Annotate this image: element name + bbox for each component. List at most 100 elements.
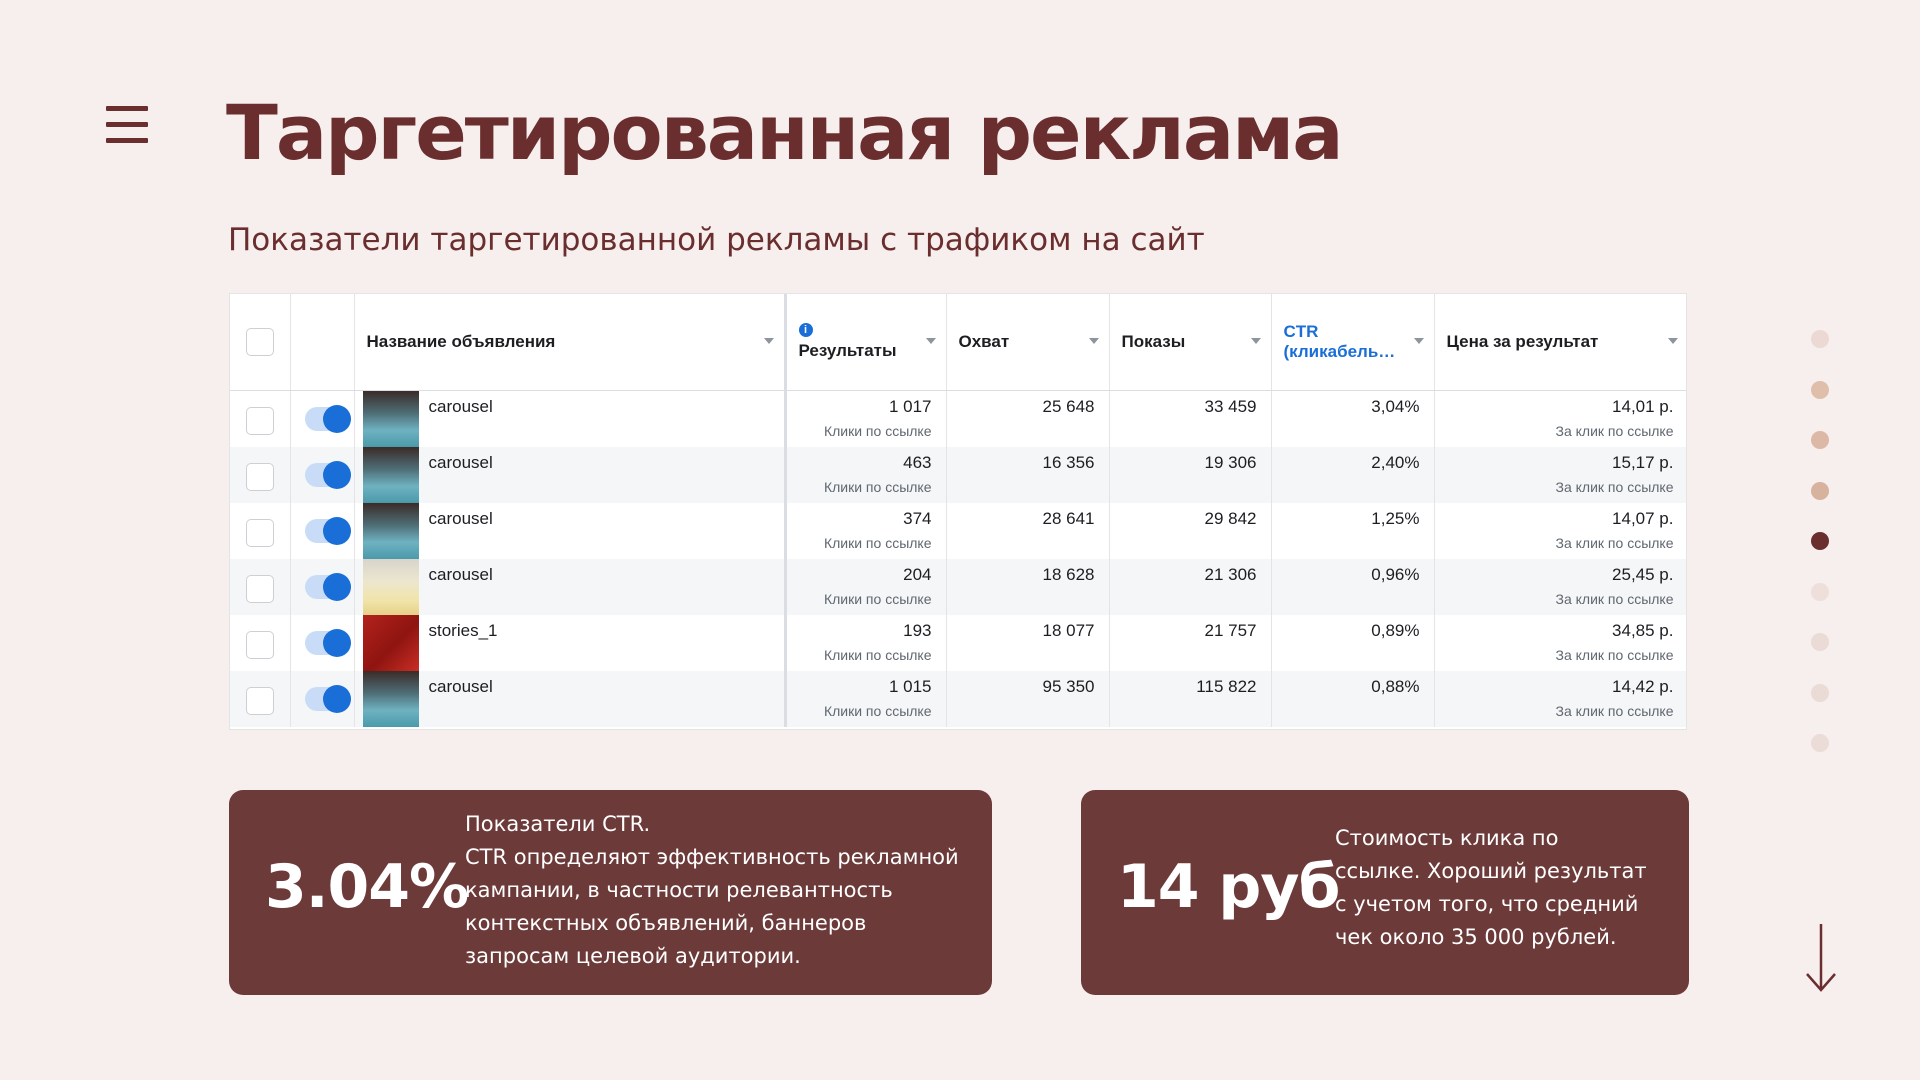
row-checkbox[interactable]: [245, 574, 274, 603]
table-row[interactable]: carousel 1 015 Клики по ссылке 95 350 11…: [230, 670, 1686, 727]
nav-dot[interactable]: [1811, 582, 1829, 601]
sort-caret-icon[interactable]: [763, 338, 774, 344]
column-header-results[interactable]: i Результаты: [785, 294, 947, 391]
ad-status-toggle[interactable]: [304, 460, 351, 489]
row-checkbox[interactable]: [245, 406, 274, 435]
ad-name-cell[interactable]: carousel: [354, 558, 787, 615]
ctr-value: 0,96%: [1371, 564, 1420, 584]
column-header-name-label: Название объявления: [366, 331, 556, 351]
toggle-knob: [322, 572, 351, 601]
reach-cell: 18 077: [946, 614, 1110, 671]
nav-dot-active[interactable]: [1811, 532, 1829, 550]
row-toggle-cell: [290, 558, 355, 615]
card-text-line: чек около 35 000 рублей.: [1335, 925, 1617, 949]
sort-caret-icon[interactable]: [1250, 338, 1261, 344]
impressions-cell: 21 757: [1109, 614, 1272, 671]
results-cell: 374 Клики по ссылке: [785, 502, 947, 559]
ad-name-cell[interactable]: carousel: [354, 670, 787, 727]
ad-name[interactable]: carousel: [429, 559, 493, 585]
column-header-name[interactable]: Название объявления: [354, 294, 787, 391]
page-title: Таргетированная реклама: [226, 88, 1344, 177]
table-row[interactable]: stories_1 193 Клики по ссылке 18 077 21 …: [230, 614, 1686, 671]
arrow-down-icon[interactable]: [1804, 922, 1838, 994]
toggle-knob: [322, 628, 351, 657]
sort-caret-icon[interactable]: [1667, 338, 1678, 344]
ad-status-toggle[interactable]: [304, 404, 351, 433]
ad-thumbnail[interactable]: [362, 390, 419, 447]
ctr-cell: 0,88%: [1271, 670, 1435, 727]
ad-thumbnail[interactable]: [362, 446, 419, 503]
ad-name-cell[interactable]: stories_1: [354, 614, 787, 671]
sort-caret-icon[interactable]: [1413, 338, 1424, 344]
ad-name[interactable]: stories_1: [429, 615, 498, 641]
ctr-value: 2,40%: [1371, 452, 1420, 472]
slide-nav-dots: [1811, 330, 1831, 785]
ad-name-cell[interactable]: carousel: [354, 446, 787, 503]
row-checkbox[interactable]: [245, 686, 274, 715]
price-sub: За клик по ссылке: [1555, 646, 1674, 663]
reach-cell: 95 350: [946, 670, 1110, 727]
results-value: 193: [903, 620, 932, 640]
results-value: 1 015: [888, 676, 932, 696]
cpc-stat-value: 14 руб: [1117, 852, 1340, 922]
ad-status-toggle[interactable]: [304, 628, 351, 657]
row-checkbox[interactable]: [245, 518, 274, 547]
results-cell: 1 015 Клики по ссылке: [785, 670, 947, 727]
ad-name[interactable]: carousel: [429, 447, 493, 473]
results-cell: 193 Клики по ссылке: [785, 614, 947, 671]
row-toggle-cell: [290, 670, 355, 727]
ad-status-toggle[interactable]: [304, 684, 351, 713]
info-icon[interactable]: i: [798, 322, 813, 337]
nav-dot[interactable]: [1811, 431, 1829, 449]
nav-dot[interactable]: [1811, 380, 1829, 399]
results-sub: Клики по ссылке: [823, 478, 932, 495]
ad-name-cell[interactable]: carousel: [354, 390, 787, 447]
reach-cell: 16 356: [946, 446, 1110, 503]
nav-dot[interactable]: [1811, 683, 1829, 702]
row-checkbox[interactable]: [245, 462, 274, 491]
table-row[interactable]: carousel 1 017 Клики по ссылке 25 648 33…: [230, 390, 1686, 447]
select-all-checkbox[interactable]: [245, 327, 274, 356]
column-header-price[interactable]: Цена за результат: [1434, 294, 1686, 391]
column-header-impressions[interactable]: Показы: [1109, 294, 1272, 391]
price-value: 25,45 р.: [1612, 564, 1674, 584]
column-header-price-label: Цена за результат: [1446, 331, 1599, 351]
row-toggle-cell: [290, 614, 355, 671]
row-toggle-cell: [290, 390, 355, 447]
ad-status-toggle[interactable]: [304, 572, 351, 601]
toggle-knob: [322, 404, 351, 433]
column-header-reach[interactable]: Охват: [946, 294, 1110, 391]
results-value: 463: [903, 452, 932, 472]
impressions-cell: 29 842: [1109, 502, 1272, 559]
ad-thumbnail[interactable]: [362, 670, 419, 727]
ad-thumbnail[interactable]: [362, 614, 419, 671]
ad-name[interactable]: carousel: [429, 391, 493, 417]
sort-caret-icon[interactable]: [925, 338, 936, 344]
ad-name-cell[interactable]: carousel: [354, 502, 787, 559]
row-toggle-cell: [290, 502, 355, 559]
hamburger-menu-icon[interactable]: [106, 106, 148, 146]
reach-value: 95 350: [1042, 676, 1095, 696]
sort-caret-icon[interactable]: [1088, 338, 1099, 344]
card-text-line: Показатели CTR.: [465, 812, 651, 836]
row-select-cell: [230, 670, 291, 727]
nav-dot[interactable]: [1811, 734, 1829, 752]
column-header-ctr[interactable]: CTR (кликабель…: [1271, 294, 1435, 391]
impressions-value: 19 306: [1204, 452, 1257, 472]
ad-name[interactable]: carousel: [429, 671, 493, 697]
table-row[interactable]: carousel 463 Клики по ссылке 16 356 19 3…: [230, 446, 1686, 503]
price-value: 14,42 р.: [1612, 676, 1674, 696]
table-row[interactable]: carousel 204 Клики по ссылке 18 628 21 3…: [230, 558, 1686, 615]
ad-status-toggle[interactable]: [304, 516, 351, 545]
table-row[interactable]: carousel 374 Клики по ссылке 28 641 29 8…: [230, 502, 1686, 559]
nav-dot[interactable]: [1811, 481, 1829, 500]
ad-thumbnail[interactable]: [362, 558, 419, 615]
ad-thumbnail[interactable]: [362, 502, 419, 559]
row-checkbox[interactable]: [245, 630, 274, 659]
cpc-stat-description: Стоимость клика по ссылке. Хороший резул…: [1335, 822, 1675, 954]
ctr-stat-card: 3.04% Показатели CTR. CTR определяют эфф…: [229, 790, 992, 995]
header-select-all[interactable]: [230, 294, 291, 391]
nav-dot[interactable]: [1811, 633, 1829, 651]
nav-dot[interactable]: [1811, 330, 1829, 348]
ad-name[interactable]: carousel: [429, 503, 493, 529]
